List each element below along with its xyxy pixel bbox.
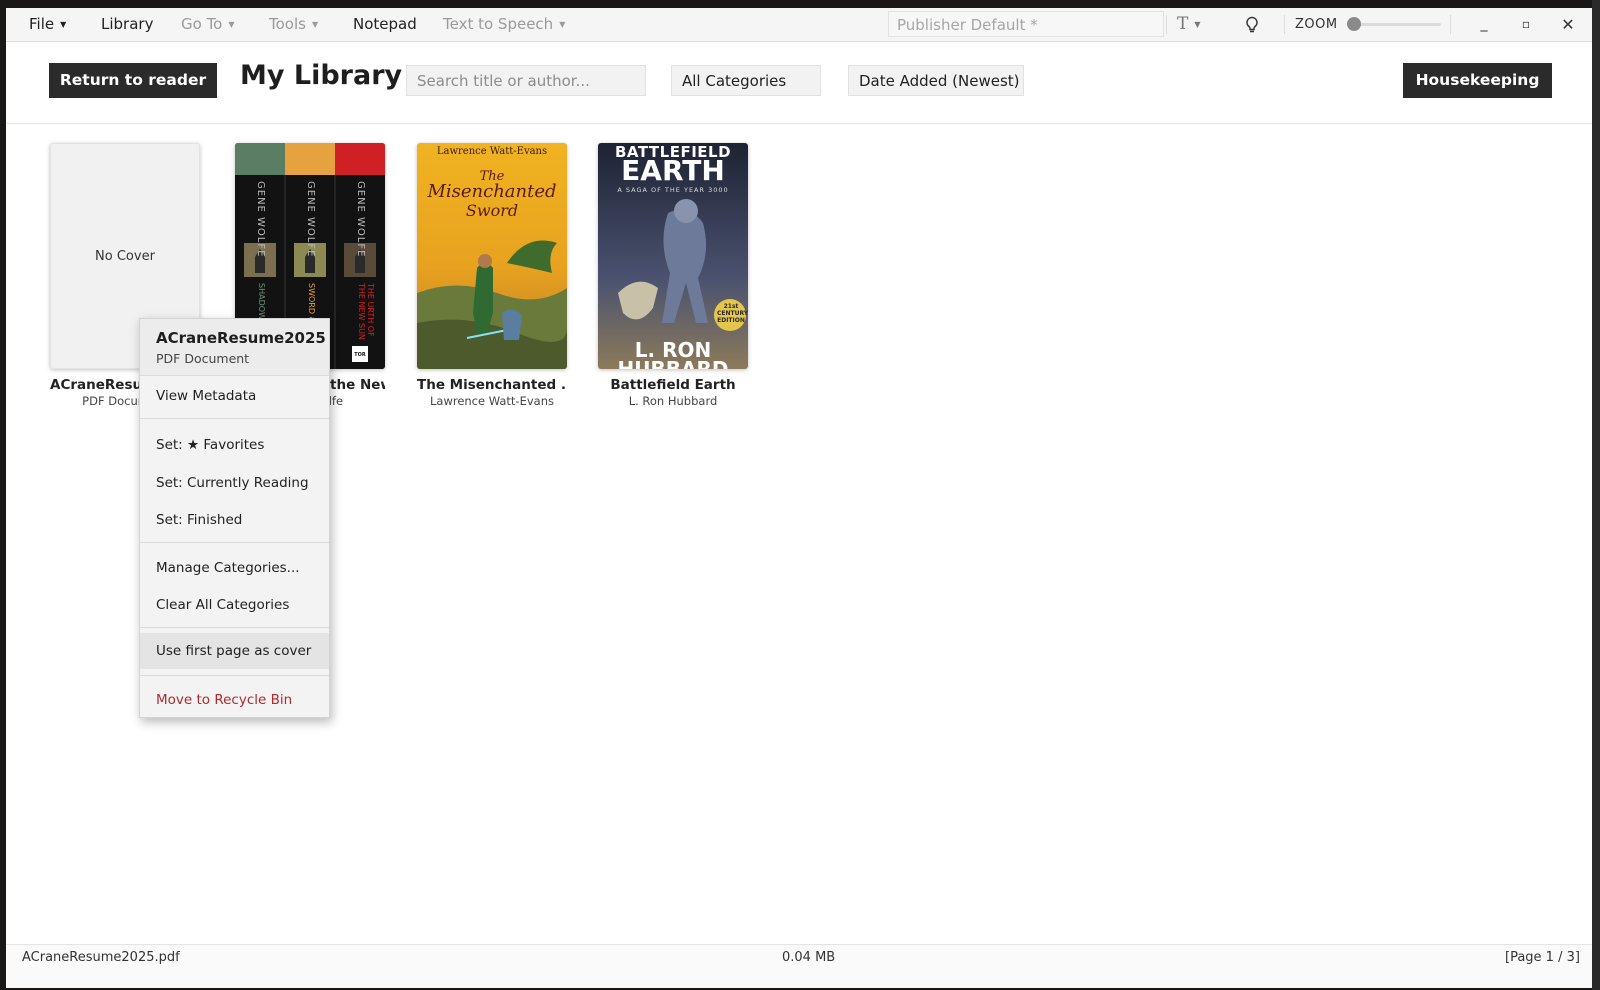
cover-title-main: EARTH	[621, 154, 725, 187]
tools-menu[interactable]: Tools ▼	[269, 8, 318, 41]
book-author: Lawrence Watt-Evans	[429, 394, 554, 408]
minimize-button[interactable]: _	[1466, 8, 1502, 41]
book-cover[interactable]: BATTLEFIELD EARTH A SAGA OF THE YEAR 300…	[598, 143, 748, 369]
return-to-reader-button[interactable]: Return to reader	[49, 63, 217, 98]
book-author: L. Ron Hubbard	[628, 394, 718, 408]
no-cover-text: No Cover	[95, 248, 155, 264]
close-button[interactable]: ✕	[1550, 8, 1586, 41]
zoom-label: ZOOM	[1295, 17, 1338, 32]
chevron-down-icon: ▼	[228, 20, 235, 29]
context-menu-title: ACraneResume2025	[156, 329, 326, 347]
cover-title-line: Misenchanted	[427, 181, 557, 202]
context-menu-header: ACraneResume2025 PDF Document	[140, 319, 329, 376]
use-first-page-cover-item[interactable]: Use first page as cover	[140, 633, 329, 669]
font-settings-button[interactable]: T ▼	[1177, 8, 1201, 41]
menu-divider	[140, 675, 329, 676]
set-favorites-item[interactable]: Set: ★ Favorites	[140, 427, 329, 463]
badge-line: 21st	[723, 303, 739, 310]
status-filename: ACraneResume2025.pdf	[22, 950, 180, 965]
desktop-edge	[1592, 0, 1600, 990]
chevron-down-icon: ▼	[60, 20, 67, 29]
file-menu-label: File	[29, 15, 55, 33]
divider	[1284, 15, 1285, 34]
search-input[interactable]: Search title or author...	[406, 65, 646, 96]
edition-badge: 21st CENTURY EDITION	[717, 303, 748, 324]
book-title: The Misenchanted ...	[417, 377, 567, 393]
chevron-down-icon: ▼	[1194, 20, 1201, 29]
spine-title: THE URTH OF THE NEW SUN	[357, 283, 375, 340]
zoom-slider[interactable]	[1353, 23, 1441, 26]
chevron-down-icon: ▼	[311, 20, 319, 29]
goto-menu[interactable]: Go To ▼	[181, 8, 235, 41]
cover-title-line: Sword	[465, 201, 519, 220]
file-menu[interactable]: File ▼	[29, 8, 66, 41]
tts-menu-label: Text to Speech	[443, 15, 554, 33]
divider	[1166, 15, 1167, 34]
status-bar: ACraneResume2025.pdf 0.04 MB [Page 1 / 3…	[6, 944, 1592, 988]
spine-author: GENE WOLFE	[255, 181, 266, 258]
notepad-menu[interactable]: Notepad	[353, 8, 417, 41]
cover-subtitle: A SAGA OF THE YEAR 3000	[617, 186, 729, 194]
menu-divider	[140, 418, 329, 419]
goto-menu-label: Go To	[181, 15, 223, 33]
status-page: [Page 1 / 3]	[1505, 950, 1580, 965]
library-toolbar: Return to reader My Library Search title…	[6, 41, 1592, 124]
zoom-slider-thumb[interactable]	[1347, 17, 1361, 31]
cover-author: Lawrence Watt-Evans	[436, 146, 548, 157]
category-select[interactable]: All Categories	[671, 65, 821, 96]
sort-select[interactable]: Date Added (Newest)	[848, 65, 1024, 96]
set-finished-item[interactable]: Set: Finished	[140, 502, 329, 538]
view-metadata-item[interactable]: View Metadata	[140, 378, 329, 414]
font-icon: T	[1177, 14, 1189, 34]
set-currently-reading-item[interactable]: Set: Currently Reading	[140, 465, 329, 501]
publisher-logo: TOR	[354, 352, 366, 358]
badge-line: EDITION	[717, 317, 745, 324]
book-context-menu: ACraneResume2025 PDF Document View Metad…	[139, 318, 330, 718]
spine-author: GENE WOLFE	[355, 181, 366, 258]
housekeeping-button[interactable]: Housekeeping	[1403, 63, 1552, 98]
lightbulb-button[interactable]	[1242, 8, 1262, 41]
manage-categories-item[interactable]: Manage Categories...	[140, 550, 329, 586]
status-filesize: 0.04 MB	[782, 950, 836, 965]
badge-line: CENTURY	[717, 310, 748, 317]
book-title: Battlefield Earth	[610, 377, 736, 393]
maximize-button[interactable]: ▫	[1508, 8, 1544, 41]
library-menu[interactable]: Library	[101, 8, 153, 41]
style-preset-select[interactable]: Publisher Default *	[888, 11, 1164, 37]
clear-categories-item[interactable]: Clear All Categories	[140, 587, 329, 623]
tts-menu[interactable]: Text to Speech ▼	[443, 8, 565, 41]
tools-menu-label: Tools	[269, 15, 306, 33]
divider	[1450, 15, 1451, 34]
menu-divider	[140, 542, 329, 543]
lightbulb-icon	[1246, 16, 1258, 32]
cover-author: HUBBARD	[617, 357, 729, 369]
menu-bar: File ▼ Library Go To ▼ Tools ▼ Notepad Text…	[6, 8, 1592, 42]
chevron-down-icon: ▼	[559, 20, 566, 29]
spine-author: GENE WOLFE	[305, 181, 316, 258]
recycle-bin-item[interactable]: Move to Recycle Bin	[140, 682, 329, 718]
context-menu-subtitle: PDF Document	[156, 351, 250, 366]
menu-divider	[140, 627, 329, 628]
page-title: My Library	[240, 60, 403, 91]
book-cover[interactable]: Lawrence Watt-Evans The Misenchanted Swo…	[417, 143, 567, 369]
app-window: File ▼ Library Go To ▼ Tools ▼ Notepad Text…	[6, 8, 1592, 988]
